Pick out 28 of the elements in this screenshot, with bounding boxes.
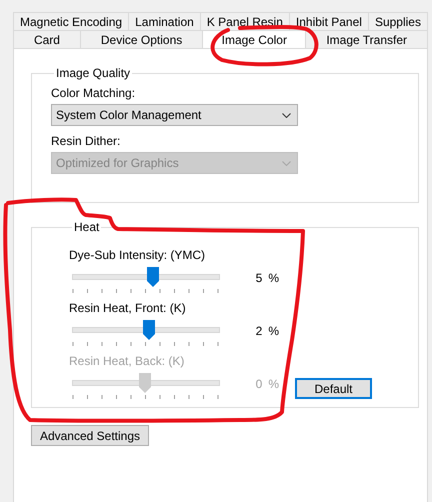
chevron-icon	[282, 112, 291, 118]
unit-label: %	[268, 377, 279, 391]
tab[interactable]: Magnetic Encoding	[13, 12, 130, 30]
chevron-icon	[282, 160, 291, 166]
tab[interactable]: Image Color	[202, 30, 306, 48]
tab[interactable]: Supplies	[368, 12, 428, 30]
slider-value: 0	[254, 377, 262, 391]
slider[interactable]	[72, 373, 220, 393]
group-title: Heat	[73, 220, 100, 234]
slider-thumb[interactable]	[142, 320, 155, 340]
slider-value: 2	[254, 324, 262, 338]
slider-value: 5	[254, 271, 262, 285]
advanced-settings-button[interactable]: Advanced Settings	[31, 425, 149, 446]
field-label: Color Matching:	[51, 86, 136, 100]
tab[interactable]: Device Options	[80, 30, 204, 48]
default-button[interactable]: Default	[295, 378, 372, 399]
unit-label: %	[268, 324, 279, 338]
slider[interactable]	[72, 320, 220, 340]
field-label: Resin Dither:	[51, 134, 122, 148]
slider[interactable]	[72, 267, 220, 287]
slider-label: Resin Heat, Front: (K)	[69, 301, 187, 315]
slider-thumb[interactable]	[147, 267, 160, 287]
slider-label: Dye-Sub Intensity: (YMC)	[69, 248, 206, 262]
slider-label: Resin Heat, Back: (K)	[69, 354, 186, 368]
unit-label: %	[268, 271, 279, 285]
group-title: Image Quality	[55, 66, 132, 80]
dropdown[interactable]: System Color Management	[51, 104, 298, 126]
tab[interactable]: Card	[13, 30, 81, 48]
